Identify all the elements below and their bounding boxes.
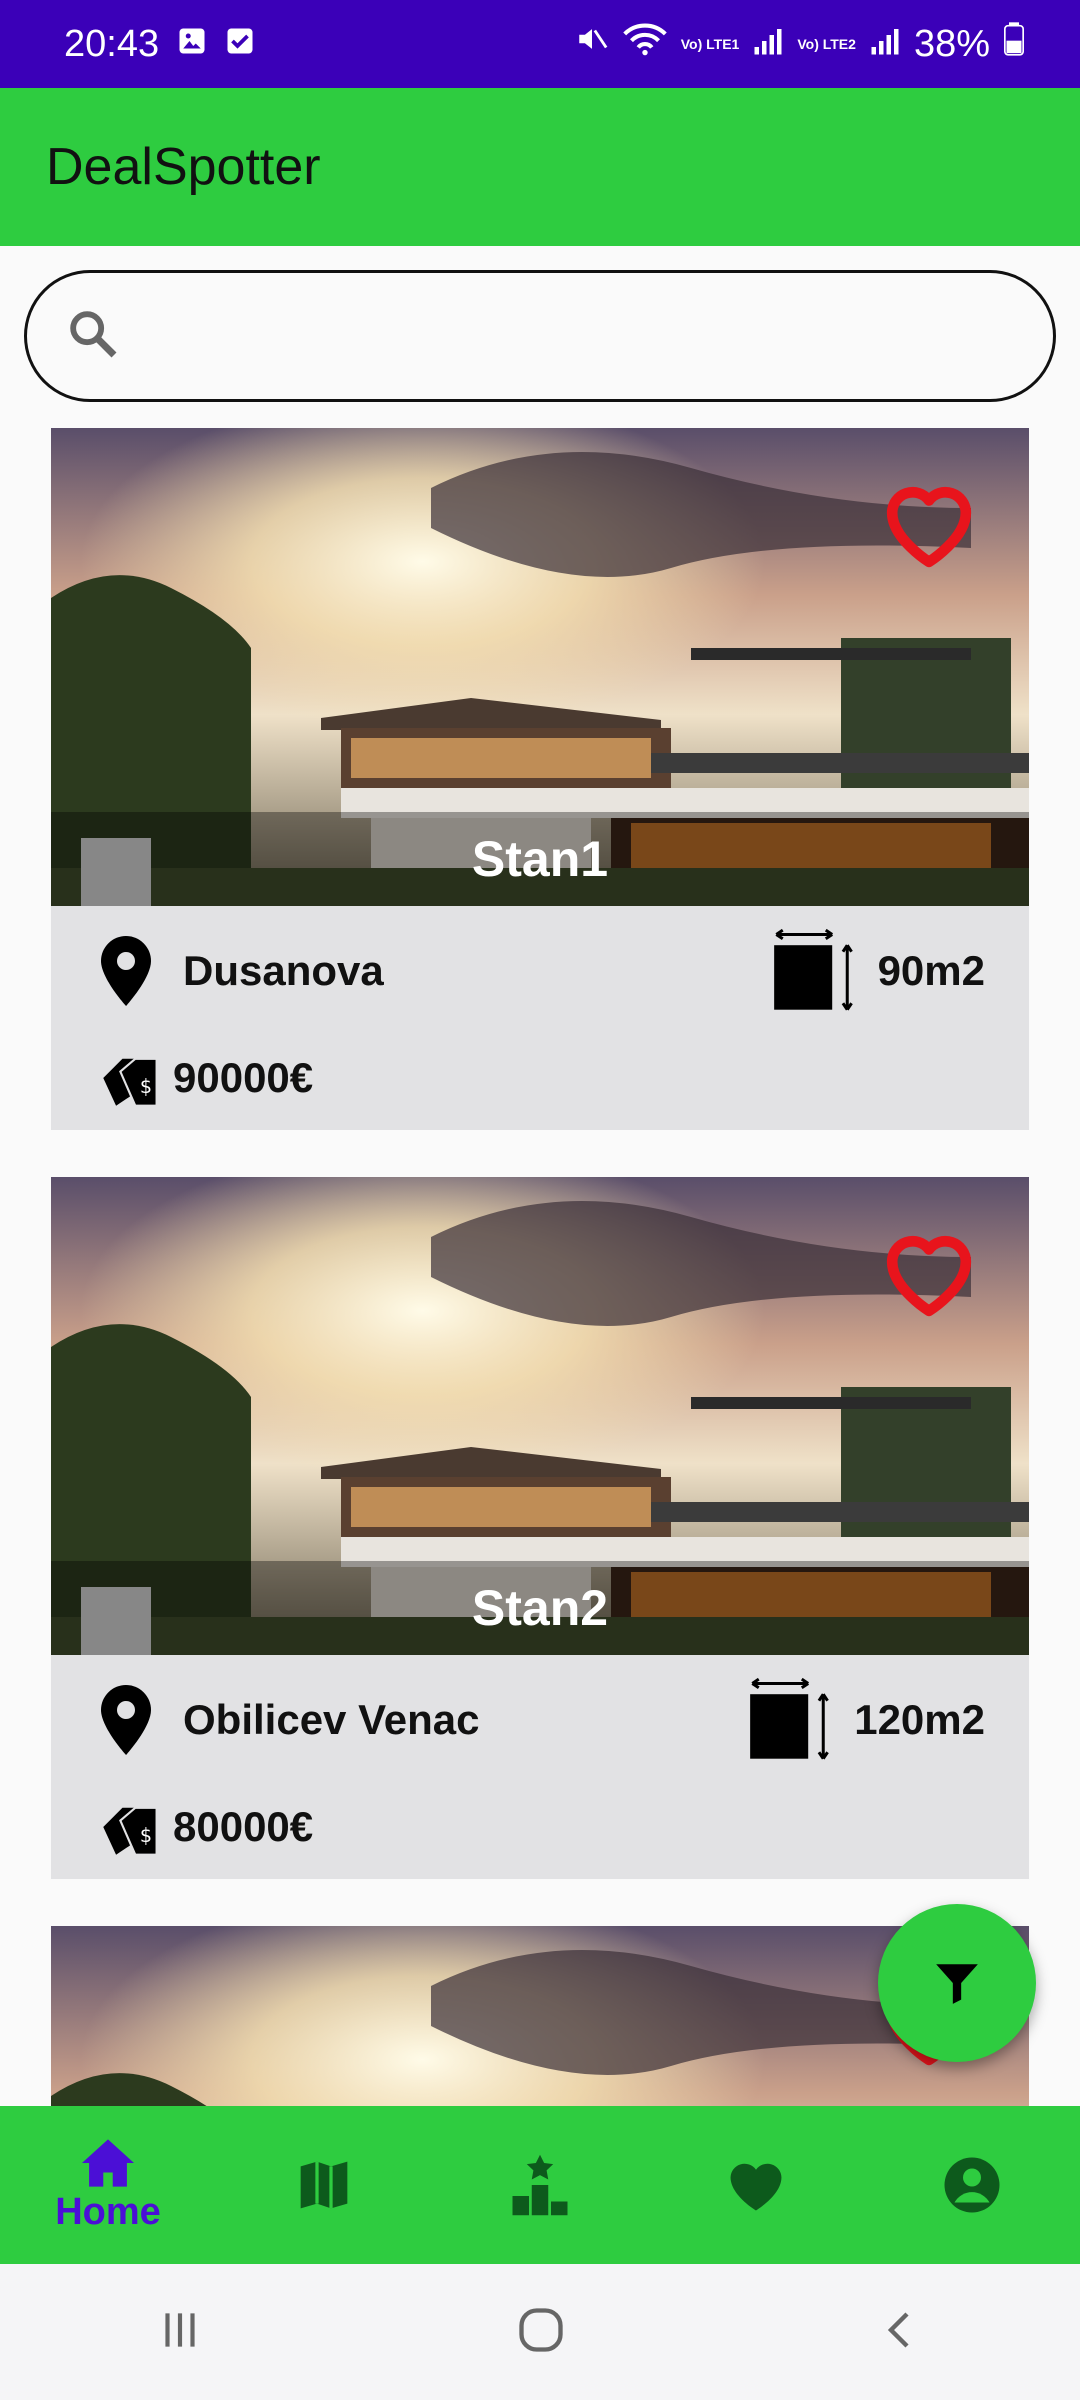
signal1-icon	[753, 23, 783, 66]
listing-price: $ 80000€	[99, 1795, 313, 1859]
area-size-icon	[750, 1677, 830, 1760]
svg-text:$: $	[140, 1824, 152, 1847]
status-bar: 20:43 Vo) LTE1 Vo) LTE2 38%	[0, 0, 1080, 88]
nav-map[interactable]	[244, 2157, 404, 2213]
location-pin-icon	[101, 1685, 151, 1755]
listing-photo[interactable]: Stan2	[51, 1177, 1029, 1655]
favorite-heart-icon[interactable]	[879, 480, 979, 570]
system-navigation-bar	[0, 2264, 1080, 2400]
listing-title: Stan2	[51, 1561, 1029, 1655]
leaderboard-icon	[512, 2154, 568, 2216]
nav-profile[interactable]	[892, 2155, 1052, 2215]
search-icon[interactable]	[65, 306, 121, 367]
area-size-icon	[773, 928, 853, 1011]
nav-leaderboard[interactable]	[460, 2152, 620, 2218]
listing-info: Dusanova 90m2 $ 90000€	[51, 906, 1029, 1130]
battery-percent: 38%	[913, 22, 990, 65]
favorite-heart-icon[interactable]	[879, 1229, 979, 1319]
svg-text:$: $	[140, 1075, 152, 1098]
search-input[interactable]	[141, 313, 1053, 359]
listing-photo[interactable]: Stan1	[51, 428, 1029, 906]
listing-area: 90m2	[772, 928, 985, 1014]
signal2-icon	[870, 23, 900, 66]
app-title: DealSpotter	[46, 138, 321, 196]
listing-card[interactable]	[51, 1926, 1029, 2106]
listing-photo[interactable]	[51, 1926, 1029, 2106]
app-bar: DealSpotter	[0, 88, 1080, 246]
listing-title: Stan1	[51, 812, 1029, 906]
price-tag-icon: $	[103, 1806, 158, 1856]
sim1-label: Vo) LTE1	[680, 35, 740, 52]
home-circle-icon[interactable]	[515, 2304, 567, 2361]
listing-price: $ 90000€	[99, 1046, 313, 1110]
account-icon	[944, 2157, 1000, 2213]
listing-location: Obilicev Venac	[99, 1685, 480, 1755]
listing-location: Dusanova	[99, 936, 384, 1006]
listing-info: Obilicev Venac 120m2 $ 80000€	[51, 1655, 1029, 1879]
gallery-notification-icon	[177, 23, 207, 66]
wifi-icon	[623, 22, 667, 66]
nav-home-label: Home	[55, 2190, 161, 2233]
sim2-label: Vo) LTE2	[797, 35, 856, 52]
filter-icon	[936, 1964, 978, 2004]
listing-area: 120m2	[748, 1677, 985, 1763]
price-tag-icon: $	[103, 1057, 158, 1107]
listing-card[interactable]: Stan1 Dusanova 90m2 $ 90000€	[51, 428, 1029, 1130]
checkbox-notification-icon	[225, 23, 255, 66]
battery-icon	[1004, 22, 1024, 66]
heart-icon	[730, 2163, 782, 2211]
status-time: 20:43	[64, 22, 160, 65]
recents-icon[interactable]	[155, 2305, 205, 2360]
listing-card[interactable]: Stan2 Obilicev Venac 120m2 $ 80000€	[51, 1177, 1029, 1879]
bottom-navigation: Home	[0, 2106, 1080, 2264]
mute-icon	[575, 22, 609, 66]
search-bar[interactable]	[24, 270, 1056, 402]
filter-button[interactable]	[878, 1904, 1036, 2062]
map-icon	[300, 2161, 348, 2209]
nav-favorites[interactable]	[676, 2157, 836, 2213]
nav-home[interactable]: Home	[28, 2137, 188, 2234]
back-icon[interactable]	[877, 2306, 925, 2359]
home-icon	[82, 2138, 134, 2187]
location-pin-icon	[101, 936, 151, 1006]
